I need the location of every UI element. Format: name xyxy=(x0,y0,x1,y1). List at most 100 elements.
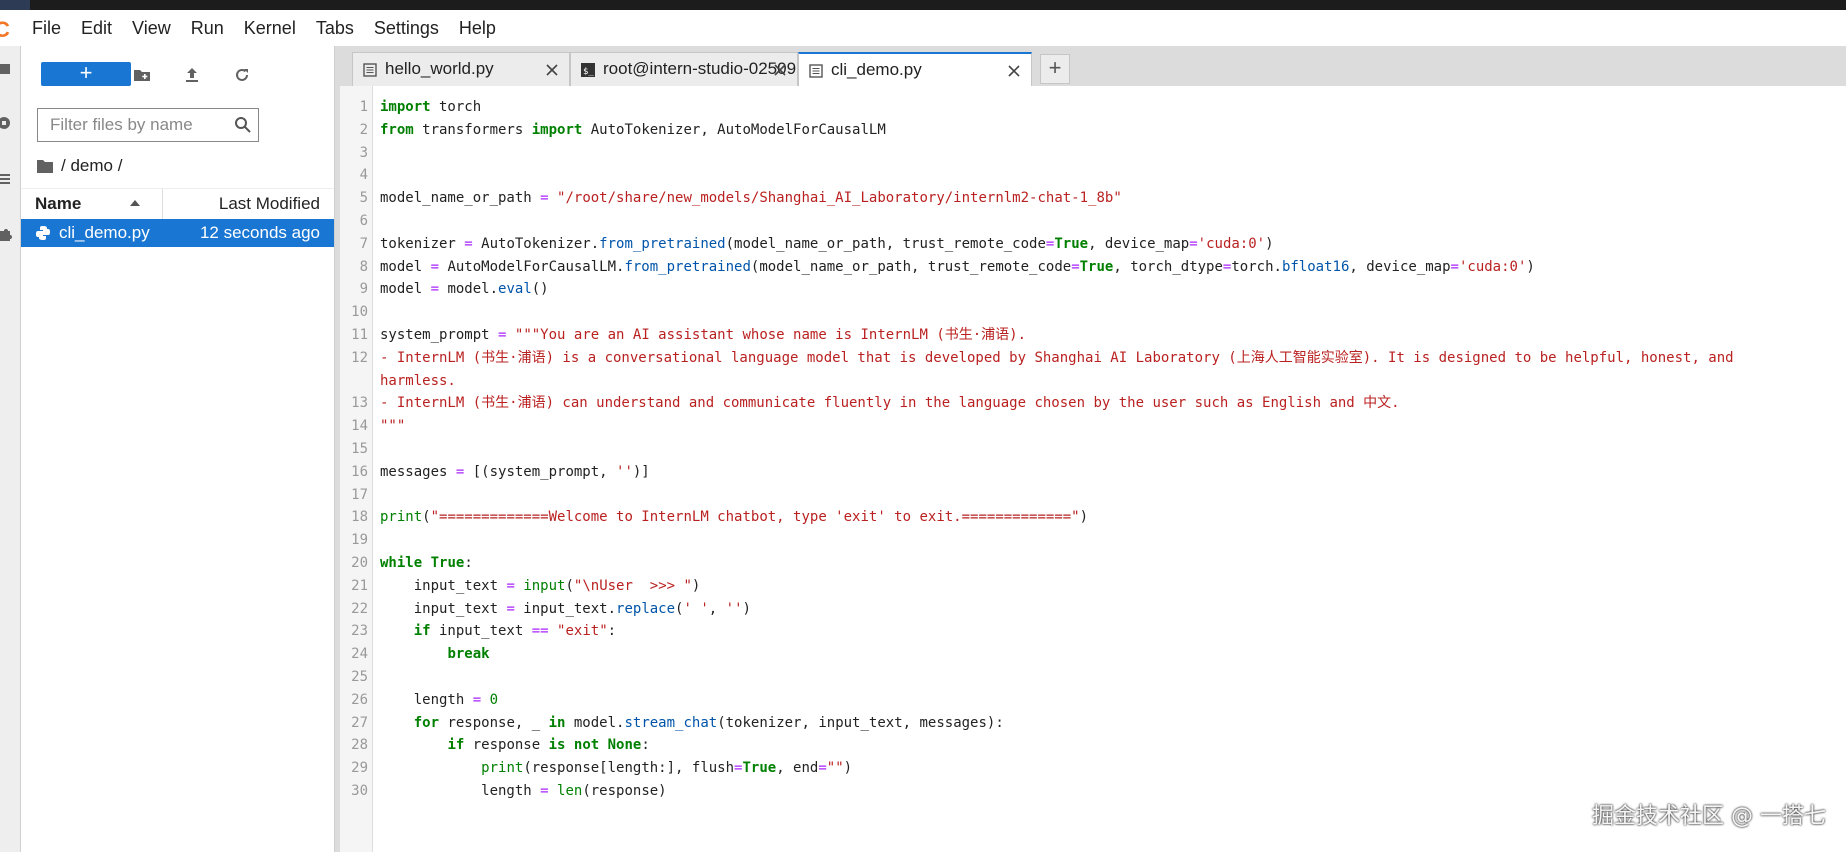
document-tab-bar: hello_world.py $_ root@intern-studio-025… xyxy=(340,46,1846,87)
line-number: 18 xyxy=(351,509,368,526)
code-line[interactable]: 10 xyxy=(340,301,1846,324)
close-icon[interactable] xyxy=(773,63,787,77)
code-line[interactable]: 27 for response, _ in model.stream_chat(… xyxy=(340,712,1846,735)
line-number: 25 xyxy=(351,668,368,685)
code-line[interactable]: 4 xyxy=(340,164,1846,187)
tab-label: cli_demo.py xyxy=(831,60,922,79)
code-text: print(response[length:], flush=True, end… xyxy=(481,760,853,777)
watermark: 掘金技术社区 @ 一搭七 xyxy=(1592,804,1826,829)
extension-icon[interactable] xyxy=(0,228,14,242)
menu-help[interactable]: Help xyxy=(459,18,496,39)
refresh-icon[interactable] xyxy=(233,66,251,84)
tab-terminal[interactable]: $_ root@intern-studio-02509 xyxy=(570,52,798,86)
code-line[interactable]: 24 break xyxy=(340,643,1846,666)
new-folder-icon[interactable] xyxy=(133,66,151,84)
line-number: 29 xyxy=(351,760,368,777)
code-text: length = len(response) xyxy=(380,782,667,799)
close-icon[interactable] xyxy=(1007,64,1021,78)
menu-kernel[interactable]: Kernel xyxy=(244,18,296,39)
code-text: system_prompt = """You are an AI assista… xyxy=(380,326,1027,343)
code-text: break xyxy=(447,646,490,663)
code-line[interactable]: 13 - InternLM (书生·浦语) can understand and … xyxy=(340,392,1846,415)
code-line[interactable]: 6 xyxy=(340,210,1846,233)
menu-tabs[interactable]: Tabs xyxy=(316,18,354,39)
code-line[interactable]: 12 - InternLM (书生·浦语) is a conversational… xyxy=(340,347,1846,370)
line-number: 3 xyxy=(359,144,368,161)
line-number: 12 xyxy=(351,349,368,366)
line-number: 17 xyxy=(351,486,368,503)
code-line[interactable]: 22 input_text = input_text.replace(' ', … xyxy=(340,598,1846,621)
code-line[interactable]: 9 model = model.eval() xyxy=(340,278,1846,301)
menu-edit[interactable]: Edit xyxy=(81,18,112,39)
menu-view[interactable]: View xyxy=(132,18,171,39)
code-line[interactable]: 7 tokenizer = AutoTokenizer.from_pretrain… xyxy=(340,233,1846,256)
line-number: 26 xyxy=(351,691,368,708)
code-text: - InternLM (书生·浦语) can understand and co… xyxy=(380,395,1400,412)
code-line[interactable]: harmless. xyxy=(340,370,1846,393)
code-line[interactable]: 25 xyxy=(340,666,1846,689)
code-line[interactable]: 21 input_text = input("\nUser >>> ") xyxy=(340,575,1846,598)
code-line[interactable]: 20 while True: xyxy=(340,552,1846,575)
column-name-header[interactable]: Name xyxy=(35,194,81,214)
code-line[interactable]: 26 length = 0 xyxy=(340,689,1846,712)
column-modified-header[interactable]: Last Modified xyxy=(219,194,320,214)
tab-cli-demo[interactable]: cli_demo.py xyxy=(798,52,1032,87)
breadcrumb-path[interactable]: / demo / xyxy=(61,156,122,176)
code-line[interactable]: 8 model = AutoModelForCausalLM.from_pretr… xyxy=(340,256,1846,279)
folder-icon[interactable] xyxy=(0,62,14,76)
code-text: if response is not None: xyxy=(447,737,650,754)
code-line[interactable]: 2 from transformers import AutoTokenizer,… xyxy=(340,119,1846,142)
column-divider[interactable] xyxy=(162,189,163,219)
line-number: 19 xyxy=(351,532,368,549)
breadcrumb: / demo / xyxy=(37,154,122,178)
code-text: - InternLM (书生·浦语) is a conversational l… xyxy=(380,349,1734,366)
new-launcher-button[interactable]: + xyxy=(41,62,131,86)
line-number: 23 xyxy=(351,623,368,640)
code-line[interactable]: 16 messages = [(system_prompt, '')] xyxy=(340,461,1846,484)
sort-ascending-icon[interactable] xyxy=(129,199,141,207)
line-number: 20 xyxy=(351,554,368,571)
text-file-icon xyxy=(809,64,823,78)
line-number: 27 xyxy=(351,714,368,731)
file-browser-toolbar: + xyxy=(21,46,334,102)
line-number: 22 xyxy=(351,600,368,617)
code-text: if input_text == "exit": xyxy=(413,623,617,640)
search-icon[interactable] xyxy=(234,116,252,134)
code-line[interactable]: 29 print(response[length:], flush=True, … xyxy=(340,757,1846,780)
line-number: 13 xyxy=(351,395,368,412)
code-line[interactable]: 17 xyxy=(340,484,1846,507)
code-line[interactable]: 18 print("=============Welcome to InternL… xyxy=(340,506,1846,529)
code-line[interactable]: 5 model_name_or_path = "/root/share/new_m… xyxy=(340,187,1846,210)
code-line[interactable]: 1 import torch xyxy=(340,96,1846,119)
toc-icon[interactable] xyxy=(0,172,14,186)
tab-hello-world[interactable]: hello_world.py xyxy=(352,52,570,86)
code-line[interactable]: 23 if input_text == "exit": xyxy=(340,620,1846,643)
file-filter-input[interactable] xyxy=(48,109,238,141)
upload-icon[interactable] xyxy=(183,66,201,84)
folder-icon[interactable] xyxy=(37,159,53,173)
code-line[interactable]: 28 if response is not None: xyxy=(340,734,1846,757)
menu-settings[interactable]: Settings xyxy=(374,18,439,39)
close-icon[interactable] xyxy=(545,63,559,77)
code-line[interactable]: 14 """ xyxy=(340,415,1846,438)
code-line[interactable]: 15 xyxy=(340,438,1846,461)
code-text: messages = [(system_prompt, '')] xyxy=(380,463,650,480)
running-icon[interactable] xyxy=(0,116,14,130)
code-line[interactable]: 3 xyxy=(340,142,1846,165)
menu-file[interactable]: File xyxy=(32,18,61,39)
code-line[interactable]: 11 system_prompt = """You are an AI assis… xyxy=(340,324,1846,347)
add-tab-button[interactable]: + xyxy=(1040,54,1070,84)
svg-text:$_: $_ xyxy=(583,67,594,77)
code-text: model_name_or_path = "/root/share/new_mo… xyxy=(380,190,1122,207)
os-title-bar xyxy=(0,0,1846,10)
code-text: for response, _ in model.stream_chat(tok… xyxy=(413,714,1004,731)
line-number: 28 xyxy=(351,737,368,754)
code-editor[interactable]: 1 import torch 2 from transformers import A… xyxy=(340,86,1846,852)
line-number: 16 xyxy=(351,463,368,480)
tab-label: hello_world.py xyxy=(385,59,494,78)
line-number: 7 xyxy=(359,235,368,252)
code-line[interactable]: 19 xyxy=(340,529,1846,552)
code-text: model = AutoModelForCausalLM.from_pretra… xyxy=(380,258,1535,275)
menu-run[interactable]: Run xyxy=(191,18,224,39)
file-list-item[interactable]: cli_demo.py 12 seconds ago xyxy=(21,219,334,247)
